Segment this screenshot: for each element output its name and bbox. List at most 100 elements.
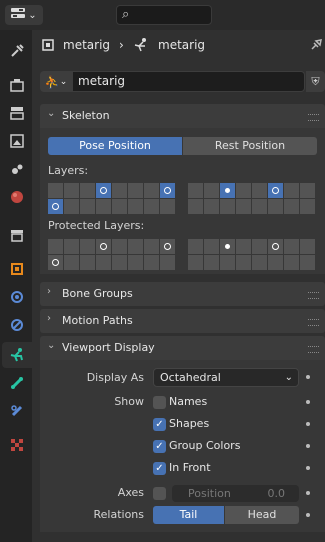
protected-layer-toggle[interactable]: [144, 239, 159, 254]
layer-toggle[interactable]: [220, 183, 235, 198]
layer-toggle[interactable]: [220, 199, 235, 214]
axes-checkbox[interactable]: [153, 487, 166, 500]
protected-layer-toggle[interactable]: [144, 255, 159, 270]
render-tab-icon[interactable]: [2, 72, 32, 98]
motion-paths-panel-header[interactable]: › Motion Paths: [40, 309, 325, 333]
layer-toggle[interactable]: [64, 199, 79, 214]
layer-toggle[interactable]: [268, 183, 283, 198]
display-as-dropdown[interactable]: Octahedral ⌄: [153, 368, 299, 387]
viewport-display-panel-header[interactable]: ⌄ Viewport Display: [40, 336, 325, 360]
protected-layer-toggle[interactable]: [204, 239, 219, 254]
protected-layer-toggle[interactable]: [188, 239, 203, 254]
editor-type-button[interactable]: ⌄: [5, 5, 43, 25]
relations-tail-button[interactable]: Tail: [153, 506, 224, 524]
rest-position-button[interactable]: Rest Position: [183, 137, 317, 155]
pin-icon[interactable]: [310, 38, 322, 53]
output-tab-icon[interactable]: [2, 100, 32, 126]
protected-layer-toggle[interactable]: [128, 255, 143, 270]
view-layer-tab-icon[interactable]: [2, 128, 32, 154]
layer-toggle[interactable]: [144, 199, 159, 214]
layer-toggle[interactable]: [300, 183, 315, 198]
layer-toggle[interactable]: [160, 183, 175, 198]
layer-toggle[interactable]: [128, 199, 143, 214]
search-input[interactable]: ⌕: [116, 5, 212, 25]
layer-toggle[interactable]: [48, 199, 63, 214]
layer-toggle[interactable]: [268, 199, 283, 214]
protected-layer-toggle[interactable]: [188, 255, 203, 270]
protected-layer-toggle[interactable]: [80, 239, 95, 254]
layer-toggle[interactable]: [236, 183, 251, 198]
protected-layer-toggle[interactable]: [284, 255, 299, 270]
protected-layer-toggle[interactable]: [80, 255, 95, 270]
drag-handle-icon[interactable]: [308, 319, 319, 326]
keyframe-dot-icon[interactable]: [306, 513, 310, 517]
layer-toggle[interactable]: [252, 199, 267, 214]
layer-toggle[interactable]: [188, 199, 203, 214]
layer-toggle[interactable]: [236, 199, 251, 214]
modifiers-tab-icon[interactable]: [2, 284, 32, 310]
names-checkbox[interactable]: [153, 396, 166, 409]
protected-layer-toggle[interactable]: [128, 239, 143, 254]
keyframe-dot-icon[interactable]: [306, 491, 310, 495]
keyframe-dot-icon[interactable]: [306, 466, 310, 470]
object-tab-icon[interactable]: [2, 256, 32, 282]
layer-toggle[interactable]: [188, 183, 203, 198]
protected-layer-toggle[interactable]: [220, 239, 235, 254]
keyframe-dot-icon[interactable]: [306, 444, 310, 448]
armature-data-tab-icon[interactable]: [2, 342, 32, 368]
group-colors-checkbox[interactable]: ✓: [153, 440, 166, 453]
keyframe-dot-icon[interactable]: [306, 400, 310, 404]
bone-groups-panel-header[interactable]: › Bone Groups: [40, 282, 325, 306]
layer-toggle[interactable]: [160, 199, 175, 214]
layer-toggle[interactable]: [80, 199, 95, 214]
drag-handle-icon[interactable]: [308, 346, 319, 353]
protected-layer-toggle[interactable]: [220, 255, 235, 270]
layer-toggle[interactable]: [112, 183, 127, 198]
protected-layer-toggle[interactable]: [96, 239, 111, 254]
protected-layer-toggle[interactable]: [236, 255, 251, 270]
relations-head-button[interactable]: Head: [225, 506, 299, 524]
fake-user-shield-icon[interactable]: ⛨: [306, 71, 325, 92]
bone-tab-icon[interactable]: [2, 370, 32, 396]
physics-tab-icon[interactable]: [2, 312, 32, 338]
layer-toggle[interactable]: [80, 183, 95, 198]
protected-layer-toggle[interactable]: [284, 239, 299, 254]
protected-layer-toggle[interactable]: [268, 239, 283, 254]
protected-layer-toggle[interactable]: [48, 255, 63, 270]
layer-toggle[interactable]: [96, 183, 111, 198]
layer-toggle[interactable]: [204, 199, 219, 214]
layer-toggle[interactable]: [300, 199, 315, 214]
protected-layer-toggle[interactable]: [112, 239, 127, 254]
protected-layer-toggle[interactable]: [204, 255, 219, 270]
layer-toggle[interactable]: [284, 199, 299, 214]
layer-toggle[interactable]: [64, 183, 79, 198]
in-front-checkbox[interactable]: ✓: [153, 462, 166, 475]
layer-toggle[interactable]: [284, 183, 299, 198]
axes-position-field[interactable]: Position 0.0: [172, 485, 299, 502]
shapes-checkbox[interactable]: ✓: [153, 418, 166, 431]
pose-position-button[interactable]: Pose Position: [48, 137, 182, 155]
keyframe-dot-icon[interactable]: [306, 422, 310, 426]
skeleton-panel-header[interactable]: ⌄ Skeleton: [40, 104, 325, 128]
drag-handle-icon[interactable]: [308, 292, 319, 299]
layer-toggle[interactable]: [144, 183, 159, 198]
layer-toggle[interactable]: [48, 183, 63, 198]
collection-tab-icon[interactable]: [2, 222, 32, 248]
layer-toggle[interactable]: [96, 199, 111, 214]
protected-layer-toggle[interactable]: [300, 255, 315, 270]
drag-handle-icon[interactable]: [308, 114, 319, 121]
armature-name-field[interactable]: metarig: [72, 71, 305, 92]
protected-layer-toggle[interactable]: [252, 255, 267, 270]
bone-constraints-tab-icon[interactable]: [2, 398, 32, 424]
tool-tab-icon[interactable]: [2, 38, 32, 64]
layer-toggle[interactable]: [112, 199, 127, 214]
layer-toggle[interactable]: [128, 183, 143, 198]
protected-layer-toggle[interactable]: [64, 255, 79, 270]
browse-armature-button[interactable]: ⛹ ⌄: [40, 71, 72, 92]
world-tab-icon[interactable]: [2, 184, 32, 210]
protected-layer-toggle[interactable]: [236, 239, 251, 254]
protected-layer-toggle[interactable]: [112, 255, 127, 270]
protected-layer-toggle[interactable]: [160, 255, 175, 270]
keyframe-dot-icon[interactable]: [306, 375, 310, 379]
protected-layer-toggle[interactable]: [300, 239, 315, 254]
